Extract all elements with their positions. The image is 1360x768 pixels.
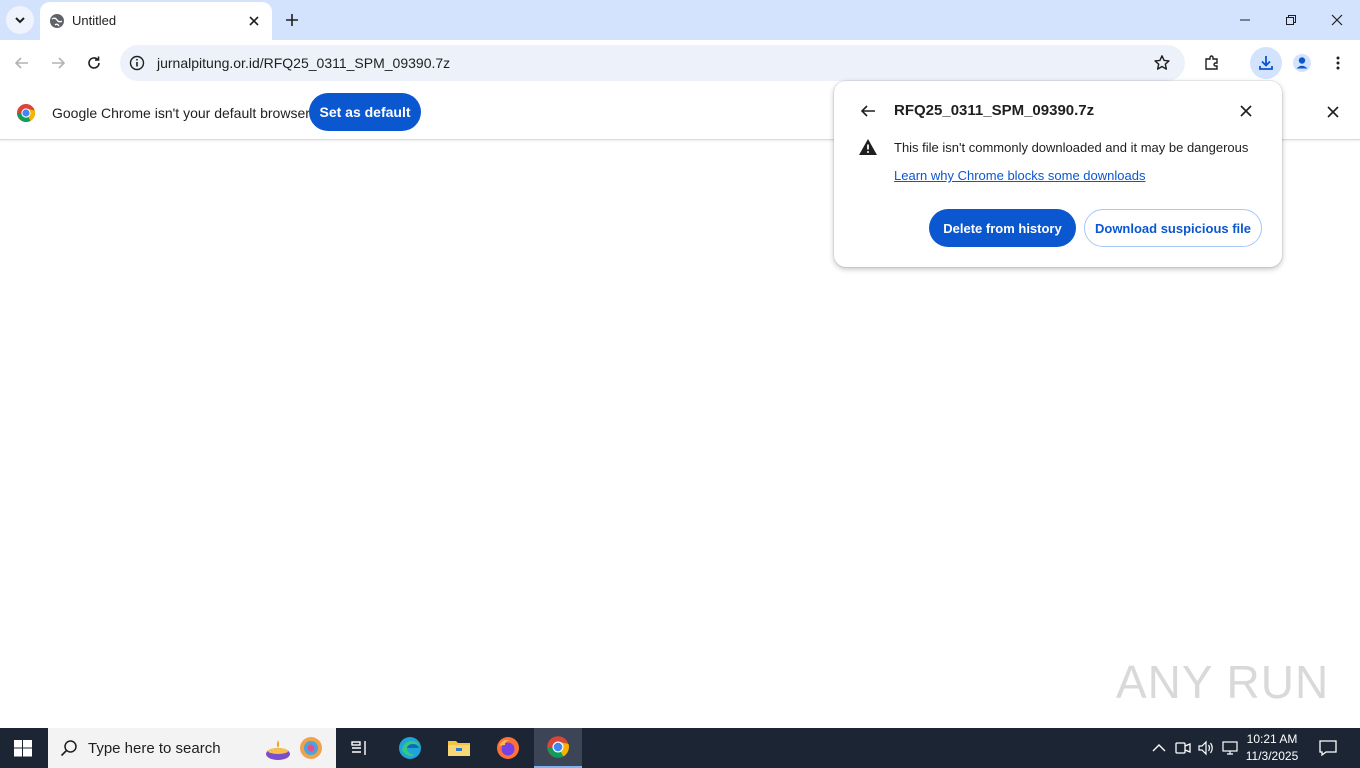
download-bubble: RFQ25_0311_SPM_09390.7z This file isn't … <box>834 81 1282 267</box>
minimize-icon <box>1240 19 1250 21</box>
file-explorer-taskbar-button[interactable] <box>435 728 483 768</box>
avatar-icon <box>1293 54 1311 72</box>
chrome-taskbar-button[interactable] <box>534 728 582 768</box>
edge-icon <box>399 737 421 759</box>
forward-button[interactable] <box>42 47 74 79</box>
firefox-icon <box>497 737 519 759</box>
tab-strip: Untitled <box>0 0 1360 40</box>
minimize-button[interactable] <box>1222 0 1268 40</box>
tab-untitled[interactable]: Untitled <box>40 2 272 40</box>
search-placeholder[interactable]: Type here to search <box>88 740 221 757</box>
downloads-button[interactable] <box>1250 47 1282 79</box>
windows-start-icon[interactable] <box>14 740 32 757</box>
taskbar-search[interactable]: Type here to search <box>48 728 336 768</box>
back-arrow-icon <box>14 57 28 69</box>
close-icon <box>1331 14 1343 26</box>
extensions-button[interactable] <box>1196 47 1228 79</box>
puzzle-icon <box>1205 55 1218 70</box>
volume-icon[interactable] <box>1197 740 1215 756</box>
clock-date[interactable]: 11/3/2025 <box>1242 749 1302 763</box>
anyrun-watermark: ANY RUN <box>1116 656 1330 708</box>
close-window-button[interactable] <box>1314 0 1360 40</box>
reload-icon <box>88 56 100 69</box>
chrome-logo-icon <box>16 103 36 123</box>
toolbar: jurnalpitung.or.id/RFQ25_0311_SPM_09390.… <box>0 40 1360 86</box>
close-bubble-icon[interactable] <box>1238 103 1254 119</box>
clock-time[interactable]: 10:21 AM <box>1242 732 1302 746</box>
back-button[interactable] <box>6 47 38 79</box>
close-infobar-icon[interactable] <box>1325 104 1341 120</box>
bookmark-star-icon[interactable] <box>1153 54 1171 72</box>
warning-icon <box>858 138 878 156</box>
task-view-icon <box>351 741 366 755</box>
download-filename: RFQ25_0311_SPM_09390.7z <box>894 102 1095 119</box>
url-text[interactable]: jurnalpitung.or.id/RFQ25_0311_SPM_09390.… <box>157 55 450 71</box>
notifications-icon[interactable] <box>1318 739 1338 757</box>
profile-button[interactable] <box>1286 47 1318 79</box>
chrome-icon <box>547 736 569 758</box>
firefox-taskbar-button[interactable] <box>484 728 532 768</box>
new-tab-button[interactable] <box>283 11 301 29</box>
restore-icon <box>1286 15 1296 25</box>
edge-taskbar-button[interactable] <box>386 728 434 768</box>
menu-button[interactable] <box>1322 47 1354 79</box>
download-suspicious-file-button[interactable]: Download suspicious file <box>1084 209 1262 247</box>
site-info-icon[interactable] <box>129 55 145 71</box>
tab-title: Untitled <box>72 13 117 28</box>
chevron-down-icon <box>15 17 25 24</box>
reload-button[interactable] <box>78 47 110 79</box>
globe-icon <box>49 13 65 29</box>
delete-from-history-button[interactable]: Delete from history <box>929 209 1076 247</box>
search-highlight-icon <box>263 734 325 764</box>
chevron-up-icon[interactable] <box>1152 742 1166 754</box>
camera-icon[interactable] <box>1174 740 1192 756</box>
folder-icon <box>448 741 470 756</box>
download-icon <box>1259 56 1273 70</box>
set-as-default-button[interactable]: Set as default <box>309 93 421 131</box>
taskbar: Type here to search 10:21 AM 11/3/2025 <box>0 728 1360 768</box>
network-icon[interactable] <box>1221 740 1239 756</box>
task-view-button[interactable] <box>336 728 384 768</box>
restore-button[interactable] <box>1268 0 1314 40</box>
address-bar[interactable]: jurnalpitung.or.id/RFQ25_0311_SPM_09390.… <box>120 45 1185 81</box>
infobar-message: Google Chrome isn't your default browser <box>52 105 310 121</box>
learn-more-link[interactable]: Learn why Chrome blocks some downloads <box>894 168 1145 183</box>
kebab-menu-icon <box>1336 56 1340 70</box>
back-arrow-icon[interactable] <box>859 102 877 120</box>
close-tab-icon[interactable] <box>246 13 262 29</box>
forward-arrow-icon <box>52 57 66 69</box>
tab-search-button[interactable] <box>6 6 34 34</box>
search-icon <box>60 739 78 757</box>
warning-message: This file isn't commonly downloaded and … <box>894 140 1249 155</box>
plus-icon <box>286 14 298 26</box>
